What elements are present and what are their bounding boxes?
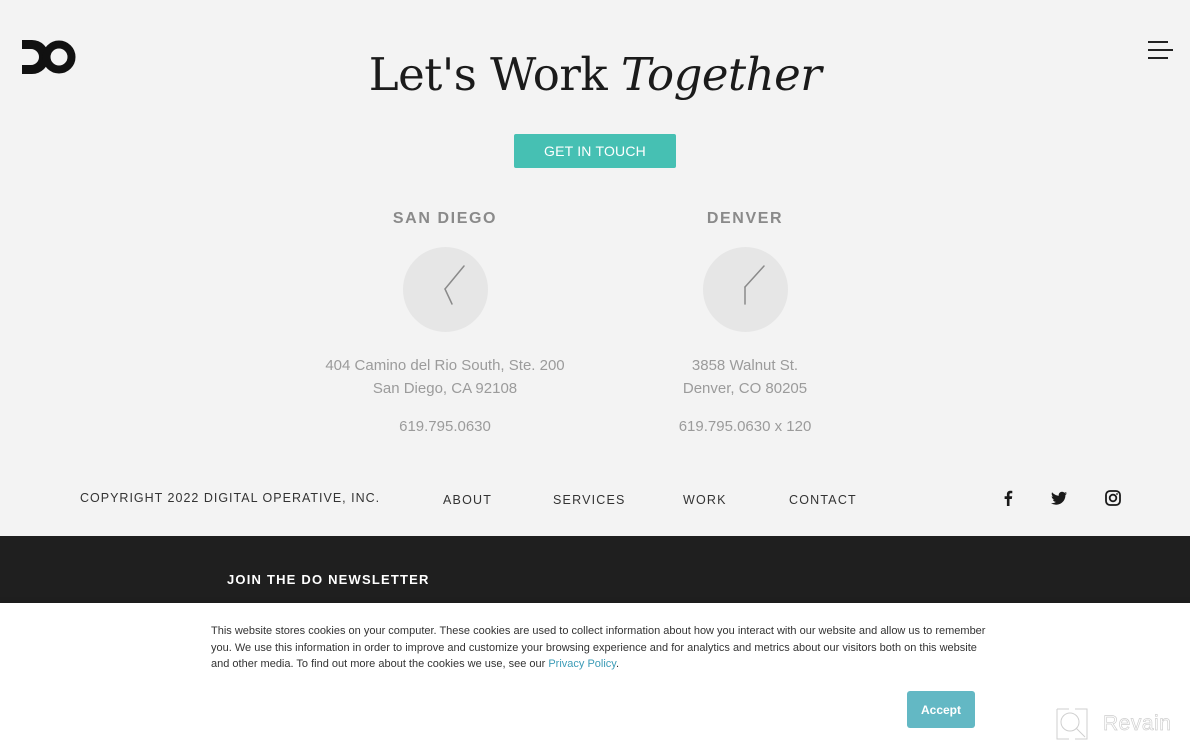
footer-nav-services[interactable]: SERVICES: [553, 493, 626, 507]
office-address: 3858 Walnut St. Denver, CO 80205: [595, 354, 895, 400]
office-city: SAN DIEGO: [392, 210, 498, 227]
office-phone[interactable]: 619.795.0630: [295, 418, 595, 435]
office-denver: DENVER 3858 Walnut St. Denver, CO 80205 …: [595, 210, 895, 440]
office-city: DENVER: [706, 210, 784, 227]
clock-minute-hand: [744, 265, 765, 288]
accept-cookies-button[interactable]: Accept: [907, 691, 975, 728]
revain-label: Revain: [1103, 712, 1172, 736]
footer-nav-work[interactable]: WORK: [683, 493, 727, 507]
address-line-2: San Diego, CA 92108: [372, 380, 518, 397]
cookie-text-end: .: [616, 658, 620, 671]
office-address: 404 Camino del Rio South, Ste. 200 San D…: [295, 354, 595, 400]
copyright-text: COPYRIGHT 2022 DIGITAL OPERATIVE, INC.: [80, 491, 381, 505]
office-san-diego: SAN DIEGO 404 Camino del Rio South, Ste.…: [295, 210, 595, 440]
clock-icon: [703, 247, 788, 332]
cookie-message: This website stores cookies on your comp…: [211, 623, 991, 673]
address-line-1: 404 Camino del Rio South, Ste. 200: [325, 357, 565, 374]
privacy-policy-link[interactable]: Privacy Policy: [548, 658, 616, 670]
newsletter-section: [0, 536, 1190, 604]
address-line-1: 3858 Walnut St.: [691, 357, 799, 374]
newsletter-title: JOIN THE DO NEWSLETTER: [227, 572, 430, 587]
facebook-icon[interactable]: [999, 489, 1017, 507]
clock-hour-hand: [444, 288, 453, 305]
revain-watermark: Revain: [1055, 706, 1171, 742]
cookie-banner: This website stores cookies on your comp…: [0, 603, 1190, 753]
revain-logo-icon: [1056, 708, 1088, 740]
footer-nav-about[interactable]: ABOUT: [443, 493, 492, 507]
headline-italic: Together: [620, 48, 822, 102]
headline-plain: Let's Work: [368, 48, 621, 102]
twitter-icon[interactable]: [1050, 489, 1068, 507]
contact-section: Let's Work Together GET IN TOUCH SAN DIE…: [0, 0, 1190, 536]
instagram-icon[interactable]: [1104, 489, 1122, 507]
clock-minute-hand: [444, 265, 465, 290]
hamburger-menu-icon[interactable]: [1145, 38, 1173, 64]
clock-icon: [403, 247, 488, 332]
office-phone[interactable]: 619.795.0630 x 120: [595, 418, 895, 435]
page-headline: Let's Work Together: [0, 48, 1190, 101]
get-in-touch-button[interactable]: GET IN TOUCH: [514, 134, 676, 168]
address-line-2: Denver, CO 80205: [682, 380, 808, 397]
footer-nav-contact[interactable]: CONTACT: [789, 493, 857, 507]
